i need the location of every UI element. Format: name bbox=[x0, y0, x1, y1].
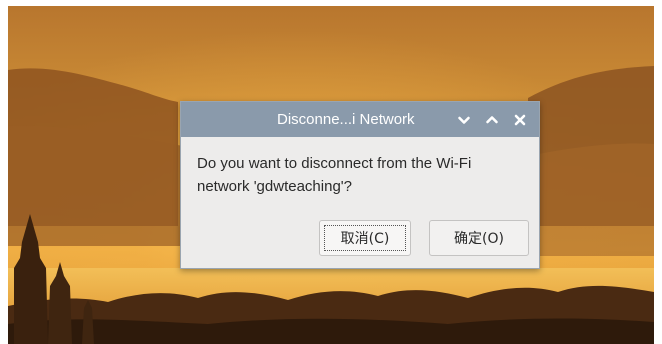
minimize-button[interactable] bbox=[455, 111, 473, 129]
dialog-message: Do you want to disconnect from the Wi-Fi… bbox=[197, 155, 472, 195]
ok-button[interactable]: 确定(O) bbox=[429, 220, 529, 256]
ok-button-label: 确定(O) bbox=[454, 231, 504, 247]
chevron-down-icon bbox=[458, 116, 470, 124]
screen: Disconne...i Network Do you want to disc… bbox=[0, 0, 662, 344]
dialog-titlebar[interactable]: Disconne...i Network bbox=[181, 102, 539, 137]
close-icon bbox=[514, 114, 526, 126]
desktop-wallpaper: Disconne...i Network Do you want to disc… bbox=[8, 6, 654, 344]
close-button[interactable] bbox=[511, 111, 529, 129]
dialog-title: Disconne...i Network bbox=[277, 111, 415, 128]
cancel-button[interactable]: 取消(C) bbox=[319, 220, 411, 256]
maximize-button[interactable] bbox=[483, 111, 501, 129]
disconnect-dialog: Disconne...i Network Do you want to disc… bbox=[180, 101, 540, 269]
chevron-up-icon bbox=[486, 116, 498, 124]
cancel-button-label: 取消(C) bbox=[340, 231, 390, 247]
